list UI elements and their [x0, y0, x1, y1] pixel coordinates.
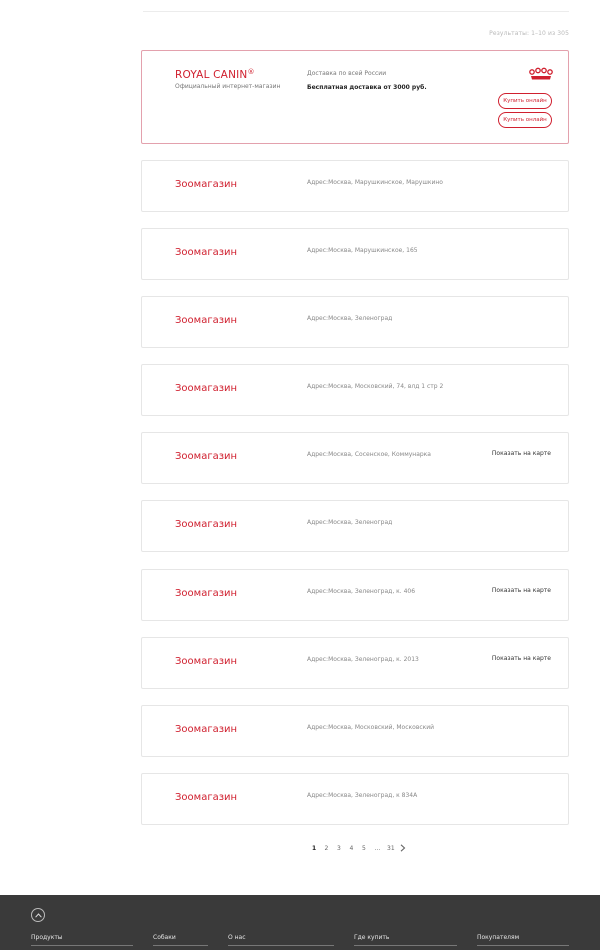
store-name[interactable]: Зоомагазин — [175, 656, 237, 667]
store-card: Зоомагазин Адрес:Москва, Зеленоград, к 8… — [141, 773, 569, 825]
store-card: Зоомагазин Адрес:Москва, Зеленоград, к. … — [141, 569, 569, 621]
delivery-label: Доставка по всей России — [307, 70, 387, 77]
store-name[interactable]: Зоомагазин — [175, 519, 237, 530]
store-card: Зоомагазин Адрес:Москва, Зеленоград, к. … — [141, 637, 569, 689]
store-card: Зоомагазин Адрес:Москва, Марушкинское, 1… — [141, 228, 569, 280]
store-name[interactable]: Зоомагазин — [175, 315, 237, 326]
page-link[interactable]: 3 — [337, 845, 350, 852]
store-address: Адрес:Москва, Зеленоград, к. 2013 — [307, 656, 419, 663]
footer-link-dogs[interactable]: Собаки — [153, 934, 176, 941]
store-card: Зоомагазин Адрес:Москва, Московский, 74,… — [141, 364, 569, 416]
brand-name: ROYAL CANIN® — [175, 68, 255, 81]
store-name[interactable]: Зоомагазин — [175, 179, 237, 190]
store-card: Зоомагазин Адрес:Москва, Зеленоград — [141, 296, 569, 348]
brand-subtitle: Официальный интернет-магазин — [175, 83, 281, 90]
store-name[interactable]: Зоомагазин — [175, 451, 237, 462]
show-on-map-link[interactable]: Показать на карте — [492, 587, 551, 594]
site-footer: Продукты Собаки О нас Где купить Покупат… — [0, 895, 600, 950]
store-address: Адрес:Москва, Марушкинское, Марушкино — [307, 179, 443, 186]
royal-canin-crown-icon — [529, 67, 553, 80]
footer-link-where-to-buy[interactable]: Где купить — [354, 934, 389, 941]
brand-name-text: ROYAL CANIN — [175, 69, 248, 81]
store-name[interactable]: Зоомагазин — [175, 588, 237, 599]
store-address: Адрес:Москва, Зеленоград, к 834А — [307, 792, 418, 799]
page-link[interactable]: 4 — [350, 845, 363, 852]
store-address: Адрес:Москва, Зеленоград — [307, 519, 393, 526]
page-link-current[interactable]: 1 — [312, 845, 325, 852]
pagination: 1 2 3 4 5 ... 31 — [312, 843, 408, 853]
page-ellipsis: ... — [374, 844, 381, 852]
page-link[interactable]: 5 — [362, 845, 375, 852]
results-count: Результаты: 1–10 из 305 — [489, 30, 569, 37]
page-link-last[interactable]: 31 — [387, 845, 400, 852]
store-card: Зоомагазин Адрес:Москва, Сосенское, Комм… — [141, 432, 569, 484]
store-name[interactable]: Зоомагазин — [175, 247, 237, 258]
store-name[interactable]: Зоомагазин — [175, 383, 237, 394]
top-divider — [143, 11, 569, 12]
footer-link-customers[interactable]: Покупателям — [477, 934, 519, 941]
store-address: Адрес:Москва, Московский, Московский — [307, 724, 435, 731]
footer-divider — [31, 945, 133, 946]
show-on-map-link[interactable]: Показать на карте — [492, 655, 551, 662]
footer-divider — [228, 945, 334, 946]
page-link[interactable]: 2 — [325, 845, 338, 852]
footer-divider — [354, 945, 457, 946]
chevron-up-icon[interactable] — [31, 908, 45, 922]
store-address: Адрес:Москва, Зеленоград, к. 406 — [307, 588, 416, 595]
footer-divider — [477, 945, 569, 946]
footer-link-about[interactable]: О нас — [228, 934, 246, 941]
registered-mark: ® — [247, 68, 255, 76]
footer-link-products[interactable]: Продукты — [31, 934, 63, 941]
store-name[interactable]: Зоомагазин — [175, 724, 237, 735]
store-card: Зоомагазин Адрес:Москва, Марушкинское, М… — [141, 160, 569, 212]
buy-online-button-secondary[interactable]: Купить онлайн — [498, 112, 552, 128]
show-on-map-link[interactable]: Показать на карте — [492, 450, 551, 457]
free-delivery-text: Бесплатная доставка от 3000 руб. — [307, 84, 427, 91]
store-address: Адрес:Москва, Сосенское, Коммунарка — [307, 451, 431, 458]
chevron-right-icon[interactable] — [400, 843, 408, 853]
store-address: Адрес:Москва, Московский, 74, влд 1 стр … — [307, 383, 444, 390]
store-card: Зоомагазин Адрес:Москва, Московский, Мос… — [141, 705, 569, 757]
featured-shop-card: ROYAL CANIN® Официальный интернет-магази… — [141, 50, 569, 144]
store-card: Зоомагазин Адрес:Москва, Зеленоград — [141, 500, 569, 552]
footer-divider — [153, 945, 208, 946]
buy-online-button[interactable]: Купить онлайн — [498, 93, 552, 109]
store-address: Адрес:Москва, Марушкинское, 165 — [307, 247, 418, 254]
store-address: Адрес:Москва, Зеленоград — [307, 315, 393, 322]
store-name[interactable]: Зоомагазин — [175, 792, 237, 803]
